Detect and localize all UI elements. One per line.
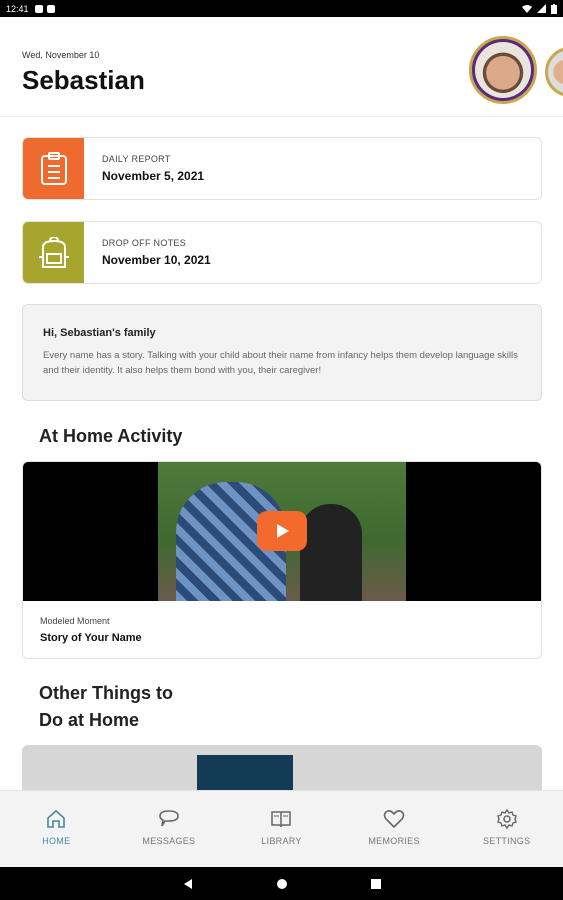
tab-label: HOME [42,836,71,846]
drop-off-notes-card[interactable]: DROP OFF NOTES November 10, 2021 [22,221,542,284]
play-button[interactable] [257,511,307,551]
notification-icon [46,4,55,13]
page-title: Sebastian [22,65,145,95]
card-value: November 5, 2021 [102,169,205,183]
gear-icon [496,808,517,830]
play-icon [277,524,289,538]
card-value: November 10, 2021 [102,253,211,267]
section-title-line: Other Things to [39,683,173,703]
home-circle-icon [276,878,287,889]
tab-home[interactable]: HOME [0,791,113,867]
signal-icon [537,4,546,13]
home-icon [47,809,66,828]
avatar[interactable] [545,47,563,97]
header-date: Wed, November 10 [22,50,100,60]
tab-settings[interactable]: SETTINGS [450,791,563,867]
tab-label: SETTINGS [482,836,531,846]
book-icon [271,811,292,828]
chat-icon [159,810,179,827]
system-nav-bar [0,867,563,900]
tab-label: LIBRARY [261,836,302,846]
message-body: Every name has a story. Talking with you… [43,350,518,376]
home-button[interactable] [275,877,289,891]
wifi-icon [522,5,532,13]
status-bar: 12:41 [0,0,563,17]
section-title-line: Do at Home [39,710,140,730]
notification-icon [34,4,43,13]
tab-messages[interactable]: MESSAGES [113,791,226,867]
bottom-tab-bar: HOME MESSAGES LIBRARY MEMORIES SETTINGS [0,790,563,867]
status-time: 12:41 [6,3,29,14]
video-frame [23,462,541,601]
tab-library[interactable]: LIBRARY [225,791,338,867]
tab-label: MESSAGES [142,836,196,846]
video-title: Story of Your Name [40,632,142,644]
heart-icon [383,810,405,829]
section-title-activity: At Home Activity [39,426,183,446]
battery-icon [551,3,557,14]
clipboard-icon [23,138,84,199]
family-message: Hi, Sebastian's family Every name has a … [22,304,542,401]
activity-video-card[interactable]: Modeled Moment Story of Your Name [22,461,542,659]
recents-icon [370,878,381,889]
avatar-selected[interactable] [469,36,537,104]
message-title: Hi, Sebastian's family [43,327,156,339]
header: Wed, November 10 Sebastian [0,17,563,117]
tab-label: MEMORIES [368,836,420,846]
tab-memories[interactable]: MEMORIES [338,791,451,867]
backpack-icon [23,222,84,283]
recents-button[interactable] [369,877,383,891]
video-label: Modeled Moment [40,616,110,626]
card-label: DROP OFF NOTES [102,238,187,248]
app-screen: Wed, November 10 Sebastian DAILY REPORT … [0,17,563,867]
back-icon [183,878,192,889]
section-title-other: Other Things to Do at Home [39,680,173,734]
card-label: DAILY REPORT [102,154,171,164]
back-button[interactable] [181,877,195,891]
daily-report-card[interactable]: DAILY REPORT November 5, 2021 [22,137,542,200]
